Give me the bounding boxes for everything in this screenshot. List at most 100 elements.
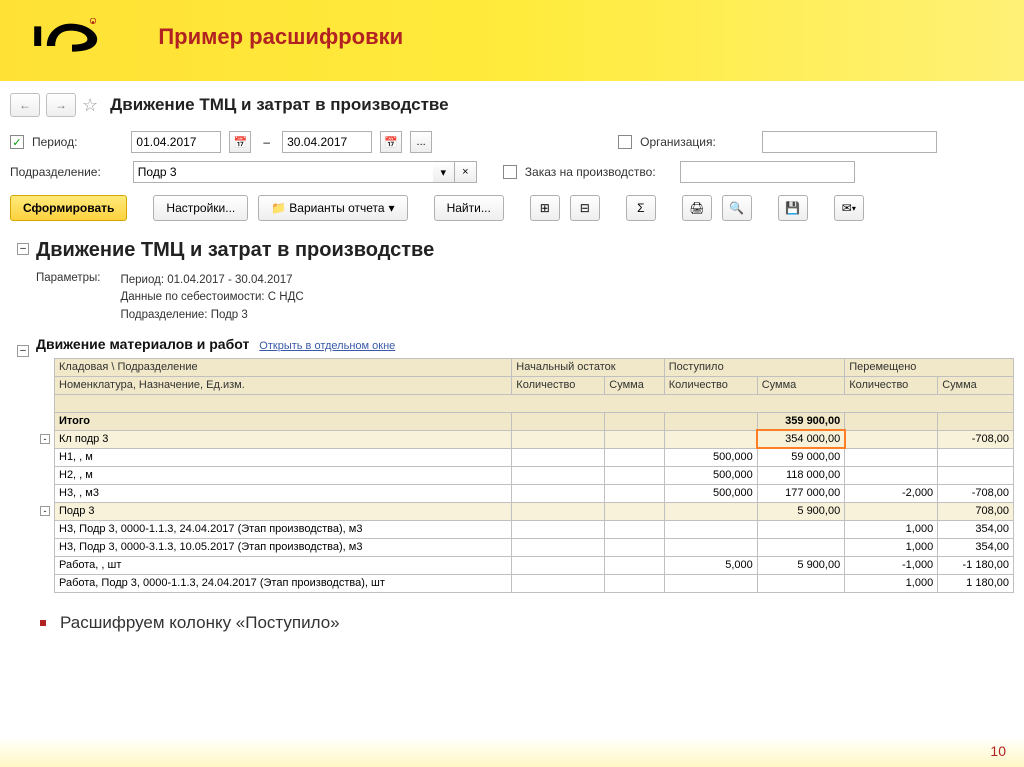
order-checkbox[interactable] <box>503 165 517 179</box>
cell-value <box>757 520 844 538</box>
col-qty: Количество <box>512 376 605 394</box>
logo-1c <box>30 18 100 56</box>
row-toggle[interactable]: - <box>40 434 50 444</box>
org-checkbox[interactable] <box>618 135 632 149</box>
table-row[interactable]: Работа, Подр 3, 0000-1.1.3, 24.04.2017 (… <box>36 574 1014 592</box>
date-from-input[interactable] <box>131 131 221 153</box>
back-button[interactable]: ← <box>10 93 40 117</box>
find-button[interactable]: Найти... <box>434 195 504 221</box>
open-window-link[interactable]: Открыть в отдельном окне <box>259 340 395 352</box>
cell-value <box>938 466 1014 484</box>
org-input[interactable] <box>762 131 937 153</box>
col-start: Начальный остаток <box>512 358 664 376</box>
generate-button[interactable]: Сформировать <box>10 195 127 221</box>
cell-name: Работа, Подр 3, 0000-1.1.3, 24.04.2017 (… <box>55 574 512 592</box>
chevron-down-icon: ▾ <box>389 201 395 215</box>
report-params: Параметры: Период: 01.04.2017 - 30.04.20… <box>36 272 1014 324</box>
col-received: Поступило <box>664 358 844 376</box>
dept-input[interactable] <box>133 161 433 183</box>
dept-dropdown-button[interactable]: ▾ <box>433 161 455 183</box>
expand-tree-button[interactable]: ⊞ <box>530 195 560 221</box>
cell-name: Кл подр 3 <box>55 430 512 448</box>
settings-button[interactable]: Настройки... <box>153 195 248 221</box>
tree-collapse-section[interactable]: – <box>17 345 29 357</box>
cell-name: Подр 3 <box>55 502 512 520</box>
date-to-picker[interactable]: 📅 <box>380 131 402 153</box>
cell-value: -708,00 <box>938 484 1014 502</box>
table-row[interactable]: Работа, , шт5,0005 900,00-1,000-1 180,00 <box>36 556 1014 574</box>
cell-value <box>664 502 757 520</box>
cell-value <box>845 412 938 430</box>
cell-value: 500,000 <box>664 466 757 484</box>
slide-header: Пример расшифровки <box>0 0 1024 81</box>
table-row[interactable]: Н1, , м500,00059 000,00 <box>36 448 1014 466</box>
period-label: Период: <box>32 135 77 149</box>
cell-value <box>605 484 665 502</box>
col-dept: Кладовая \ Подразделение <box>55 358 512 376</box>
cell-value: -2,000 <box>845 484 938 502</box>
report-title: Движение ТМЦ и затрат в производстве <box>36 239 1014 262</box>
cell-value <box>845 448 938 466</box>
nav-bar: ← → ☆ Движение ТМЦ и затрат в производст… <box>10 89 1014 127</box>
table-row[interactable]: Н3, , м3500,000177 000,00-2,000-708,00 <box>36 484 1014 502</box>
cell-name: Н3, , м3 <box>55 484 512 502</box>
bullet-icon <box>40 620 46 626</box>
param-line: Период: 01.04.2017 - 30.04.2017 <box>121 272 304 289</box>
email-button[interactable]: ✉▾ <box>834 195 864 221</box>
cell-value <box>512 556 605 574</box>
date-from-picker[interactable]: 📅 <box>229 131 251 153</box>
cell-name: Н3, Подр 3, 0000-1.1.3, 24.04.2017 (Этап… <box>55 520 512 538</box>
toolbar: Сформировать Настройки... 📁Варианты отче… <box>10 187 1014 229</box>
table-row[interactable]: -Подр 35 900,00708,00 <box>36 502 1014 520</box>
cell-value: 354,00 <box>938 538 1014 556</box>
app-window: ← → ☆ Движение ТМЦ и затрат в производст… <box>0 81 1024 593</box>
cell-name: Н1, , м <box>55 448 512 466</box>
period-more-button[interactable]: ... <box>410 131 432 153</box>
table-row[interactable]: -Кл подр 3354 000,00-708,00 <box>36 430 1014 448</box>
cell-value: 354,00 <box>938 520 1014 538</box>
footer-text: Расшифруем колонку «Поступило» <box>60 613 340 633</box>
cell-value <box>664 538 757 556</box>
col-sum: Сумма <box>605 376 665 394</box>
cell-value: 500,000 <box>664 484 757 502</box>
col-qty: Количество <box>845 376 938 394</box>
sum-button[interactable]: Σ <box>626 195 656 221</box>
cell-value <box>938 448 1014 466</box>
date-to-input[interactable] <box>282 131 372 153</box>
table-row[interactable]: Н3, Подр 3, 0000-1.1.3, 24.04.2017 (Этап… <box>36 520 1014 538</box>
dept-select[interactable]: ▾ × <box>133 161 477 183</box>
table-row[interactable]: Н3, Подр 3, 0000-3.1.3, 10.05.2017 (Этап… <box>36 538 1014 556</box>
report-area: – – Движение ТМЦ и затрат в производстве… <box>10 229 1014 593</box>
chevron-down-icon: ▾ <box>852 204 856 213</box>
period-checkbox[interactable] <box>10 135 24 149</box>
report-variants-button[interactable]: 📁Варианты отчета ▾ <box>258 195 407 221</box>
cell-value <box>512 412 605 430</box>
table-row[interactable]: Итого359 900,00 <box>36 412 1014 430</box>
table-row[interactable]: Н2, , м500,000118 000,00 <box>36 466 1014 484</box>
footer-decoration <box>0 737 1024 767</box>
col-sum: Сумма <box>938 376 1014 394</box>
cell-value <box>938 412 1014 430</box>
print-button[interactable]: 🖨 <box>682 195 712 221</box>
row-toggle[interactable]: - <box>40 506 50 516</box>
order-input[interactable] <box>680 161 855 183</box>
save-button[interactable]: 💾 <box>778 195 808 221</box>
favorite-star-icon[interactable]: ☆ <box>82 95 98 116</box>
preview-button[interactable]: 🔍 <box>722 195 752 221</box>
cell-value: -1 180,00 <box>938 556 1014 574</box>
tree-collapse-top[interactable]: – <box>17 243 29 255</box>
cell-value <box>605 448 665 466</box>
dept-clear-button[interactable]: × <box>455 161 477 183</box>
cell-value <box>512 574 605 592</box>
page-title: Движение ТМЦ и затрат в производстве <box>110 95 448 115</box>
order-label: Заказ на производство: <box>525 165 656 179</box>
cell-value <box>605 412 665 430</box>
collapse-tree-button[interactable]: ⊟ <box>570 195 600 221</box>
col-sum: Сумма <box>757 376 844 394</box>
cell-value: 500,000 <box>664 448 757 466</box>
cell-value <box>605 502 665 520</box>
cell-value <box>605 538 665 556</box>
forward-button[interactable]: → <box>46 93 76 117</box>
cell-value: 1,000 <box>845 538 938 556</box>
cell-value <box>664 574 757 592</box>
